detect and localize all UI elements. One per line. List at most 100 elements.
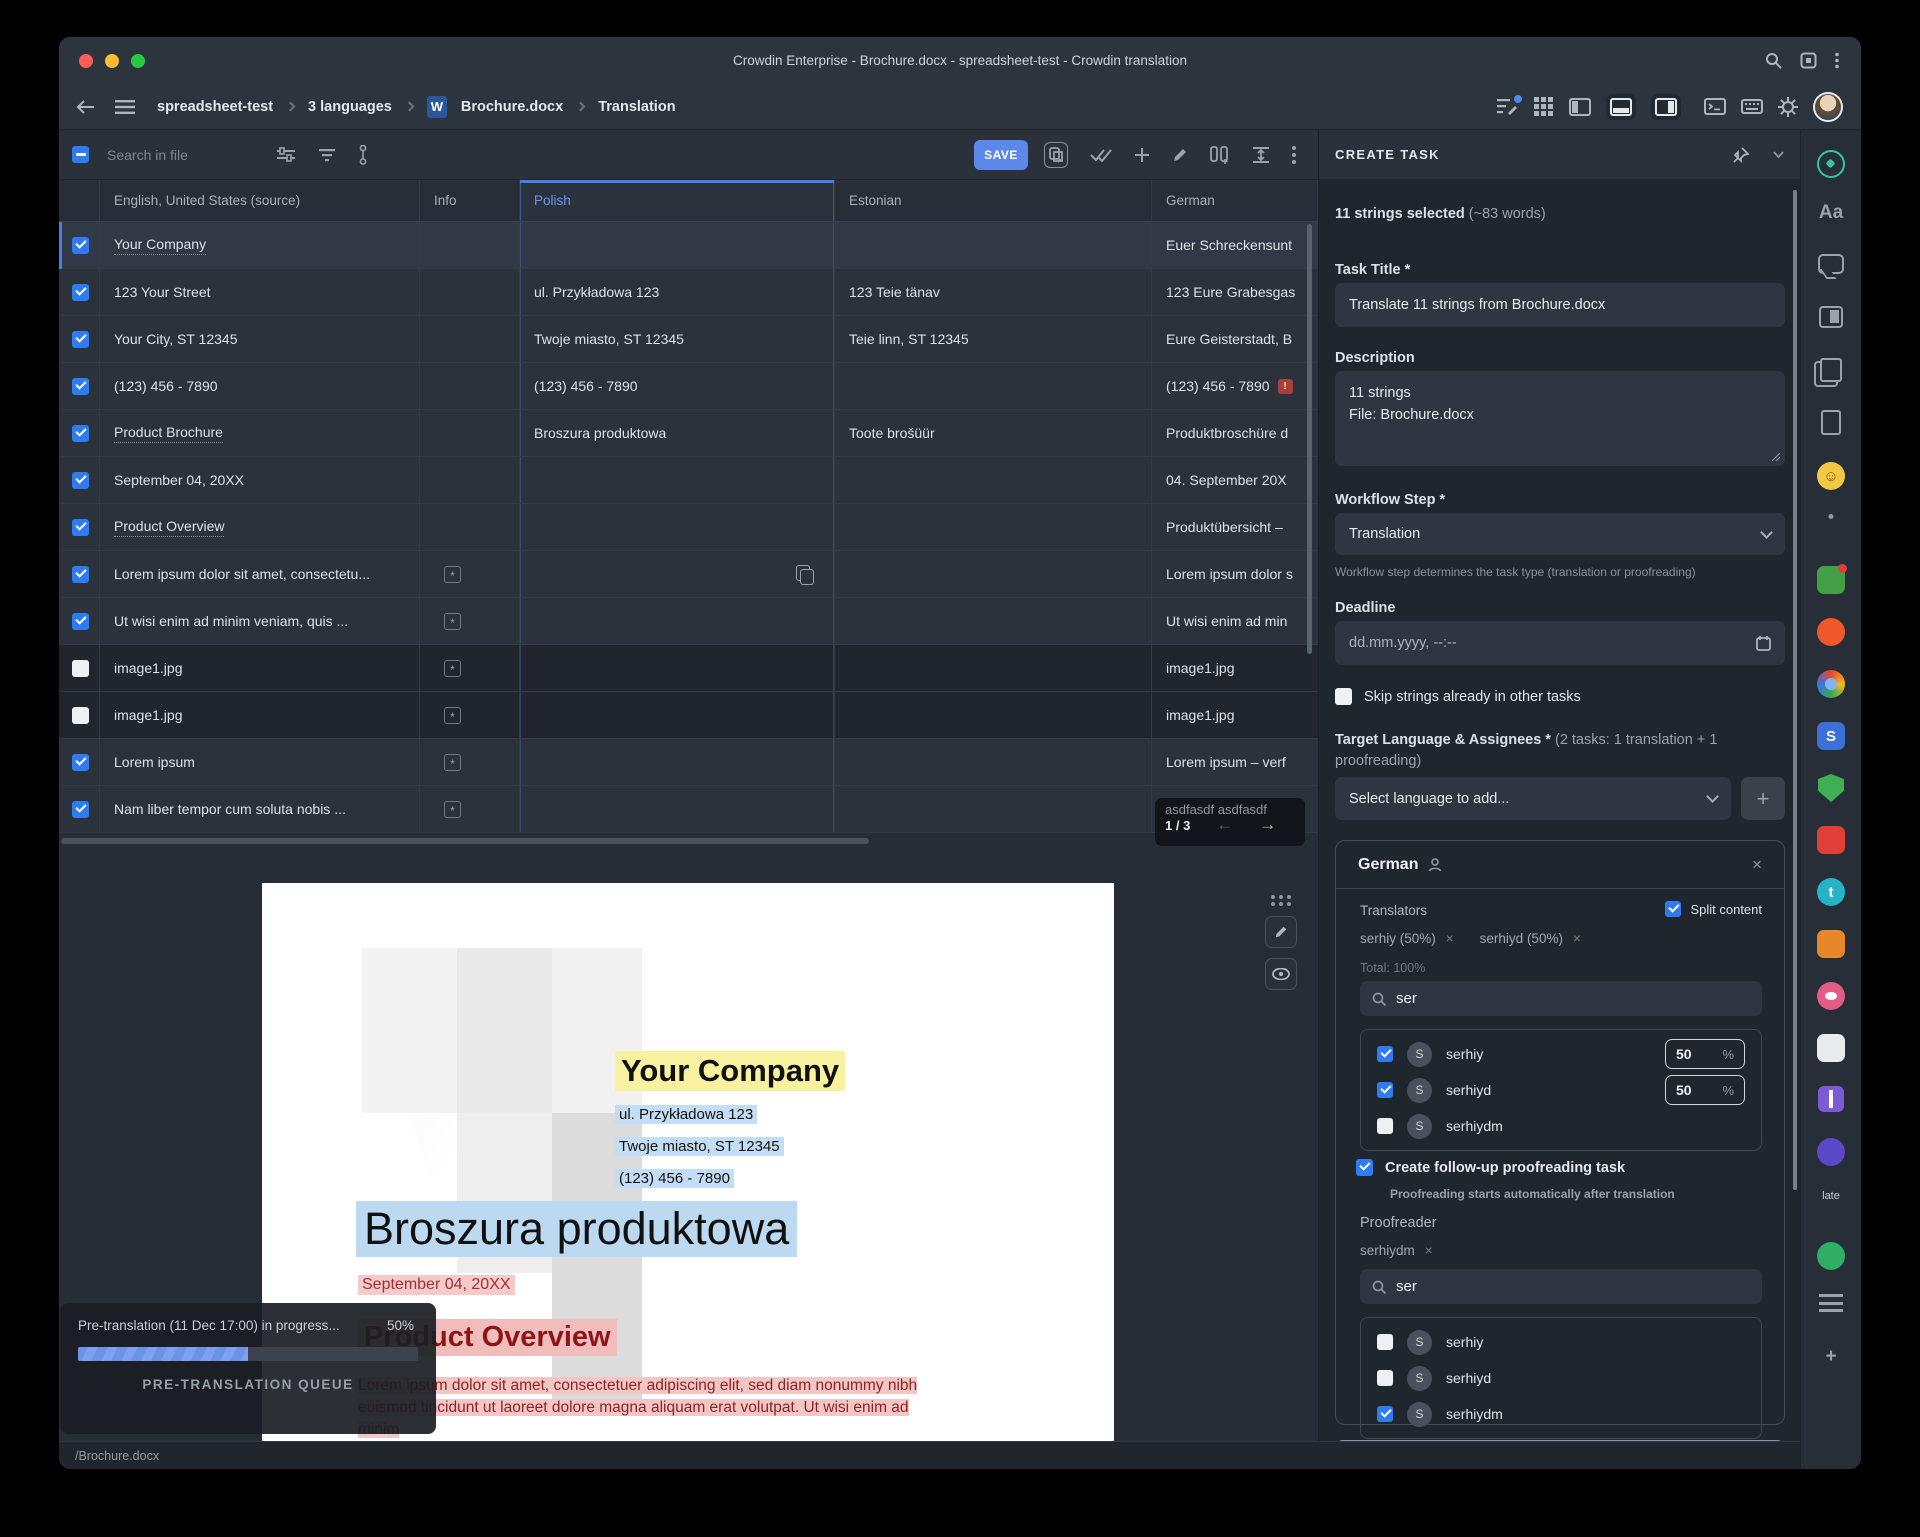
green-app-icon[interactable] bbox=[1817, 1242, 1845, 1270]
filter-settings-icon[interactable] bbox=[277, 147, 295, 163]
console-icon[interactable] bbox=[1704, 98, 1726, 115]
search-input[interactable]: Search in file bbox=[107, 147, 277, 163]
source-cell[interactable]: Lorem ipsum dolor sit amet, consectetu..… bbox=[100, 551, 420, 598]
row-checkbox[interactable] bbox=[72, 660, 89, 677]
followup-checkbox[interactable] bbox=[1356, 1159, 1373, 1176]
preview-visibility-icon[interactable] bbox=[1265, 958, 1297, 990]
polish-cell[interactable] bbox=[520, 692, 835, 739]
source-cell[interactable]: 123 Your Street bbox=[100, 269, 420, 316]
language-select[interactable]: Select language to add... bbox=[1335, 777, 1731, 820]
row-checkbox[interactable] bbox=[72, 331, 89, 348]
german-cell[interactable]: image1.jpg bbox=[1152, 645, 1318, 692]
polish-cell[interactable] bbox=[520, 645, 835, 692]
polish-cell[interactable]: (123) 456 - 7890 bbox=[520, 363, 835, 410]
proofreader-chip[interactable]: serhiydm× bbox=[1360, 1243, 1433, 1258]
breadcrumb-languages[interactable]: 3 languages bbox=[308, 99, 392, 115]
more-options-icon[interactable] bbox=[1292, 146, 1296, 164]
edit-pencil-icon[interactable] bbox=[1172, 147, 1188, 163]
polish-cell[interactable] bbox=[520, 551, 835, 598]
polish-cell[interactable] bbox=[520, 739, 835, 786]
pretranslation-queue-button[interactable]: PRE-TRANSLATION QUEUE bbox=[78, 1377, 418, 1392]
add-column-icon[interactable] bbox=[1210, 146, 1230, 164]
polish-cell[interactable] bbox=[520, 598, 835, 645]
row-checkbox[interactable] bbox=[72, 613, 89, 630]
percent-input[interactable]: 50% bbox=[1665, 1075, 1745, 1105]
list-app-icon[interactable] bbox=[1819, 1294, 1843, 1312]
pin-panel-icon[interactable] bbox=[1733, 147, 1749, 163]
assignee-option[interactable]: Sserhiydm bbox=[1361, 1396, 1761, 1432]
estonian-cell[interactable] bbox=[835, 222, 1152, 269]
estonian-cell[interactable]: 123 Teie tänav bbox=[835, 269, 1152, 316]
assignee-checkbox[interactable] bbox=[1377, 1406, 1393, 1422]
context-icon[interactable]: * bbox=[444, 566, 461, 583]
grid-app-icon[interactable] bbox=[1817, 566, 1845, 594]
copy-source-icon[interactable] bbox=[796, 565, 810, 581]
string-options-icon[interactable] bbox=[359, 145, 367, 165]
estonian-cell[interactable] bbox=[835, 504, 1152, 551]
table-row[interactable]: Lorem ipsum*Lorem ipsum – verf bbox=[59, 739, 1318, 786]
german-cell[interactable]: Ut wisi enim ad min bbox=[1152, 598, 1318, 645]
purple-app-icon[interactable] bbox=[1817, 1138, 1845, 1166]
approve-all-icon[interactable] bbox=[1090, 148, 1112, 162]
context-icon[interactable]: * bbox=[444, 801, 461, 818]
white-app-icon[interactable] bbox=[1817, 1034, 1845, 1062]
eye-app-icon[interactable] bbox=[1817, 982, 1845, 1010]
rail-dot[interactable] bbox=[1829, 514, 1834, 519]
assignee-checkbox[interactable] bbox=[1377, 1334, 1393, 1350]
row-checkbox[interactable] bbox=[72, 284, 89, 301]
row-checkbox[interactable] bbox=[72, 237, 89, 254]
polish-cell[interactable] bbox=[520, 457, 835, 504]
table-row[interactable]: Lorem ipsum dolor sit amet, consectetu..… bbox=[59, 551, 1318, 598]
split-content-row[interactable]: Split content bbox=[1665, 901, 1762, 917]
back-icon[interactable] bbox=[75, 99, 95, 115]
blue-s-app-icon[interactable]: S bbox=[1817, 722, 1845, 750]
german-cell[interactable]: Produktübersicht – bbox=[1152, 504, 1318, 551]
panel-scrollbar[interactable] bbox=[1793, 190, 1797, 1190]
qa-issue-icon[interactable]: ! bbox=[1278, 379, 1293, 394]
machine-translation-icon[interactable]: Aa bbox=[1819, 202, 1843, 224]
breadcrumb-file[interactable]: Brochure.docx bbox=[461, 99, 563, 115]
file-report-icon[interactable] bbox=[1821, 410, 1841, 435]
browser-menu-icon[interactable] bbox=[1835, 52, 1839, 69]
menu-hamburger-icon[interactable] bbox=[115, 100, 135, 114]
polish-cell[interactable]: Twoje miasto, ST 12345 bbox=[520, 316, 835, 363]
assignee-option[interactable]: Sserhiy bbox=[1361, 1324, 1761, 1360]
row-checkbox[interactable] bbox=[72, 425, 89, 442]
layout-bottom-panel-icon[interactable] bbox=[1606, 94, 1636, 120]
polish-cell[interactable] bbox=[520, 504, 835, 551]
remove-chip-icon[interactable]: × bbox=[1446, 931, 1454, 946]
rainbow-app-icon[interactable] bbox=[1817, 670, 1845, 698]
emoji-app-icon[interactable]: ☺ bbox=[1817, 462, 1845, 490]
estonian-cell[interactable] bbox=[835, 363, 1152, 410]
column-header-source[interactable]: English, United States (source) bbox=[100, 180, 420, 221]
remove-language-icon[interactable]: × bbox=[1752, 855, 1762, 875]
followup-row[interactable]: Create follow-up proofreading task bbox=[1356, 1159, 1625, 1176]
remove-chip-icon[interactable]: × bbox=[1425, 1243, 1433, 1258]
preview-edit-icon[interactable] bbox=[1265, 916, 1297, 948]
layout-right-panel-icon[interactable] bbox=[1651, 94, 1681, 120]
user-avatar[interactable] bbox=[1813, 92, 1843, 122]
table-row[interactable]: Product BrochureBroszura produktowaToote… bbox=[59, 410, 1318, 457]
add-string-icon[interactable] bbox=[1134, 147, 1150, 163]
row-checkbox[interactable] bbox=[72, 519, 89, 536]
source-cell[interactable]: September 04, 20XX bbox=[100, 457, 420, 504]
percent-input[interactable]: 50% bbox=[1665, 1039, 1745, 1069]
translator-search-input[interactable]: ser bbox=[1360, 981, 1762, 1016]
source-cell[interactable]: image1.jpg bbox=[100, 645, 420, 692]
context-icon[interactable]: * bbox=[444, 707, 461, 724]
skip-strings-row[interactable]: Skip strings already in other tasks bbox=[1335, 688, 1581, 705]
estonian-cell[interactable] bbox=[835, 692, 1152, 739]
column-header-german[interactable]: German bbox=[1152, 180, 1318, 221]
source-cell[interactable]: Nam liber tempor cum soluta nobis ... bbox=[100, 786, 420, 833]
teal-app-icon[interactable]: t bbox=[1817, 878, 1845, 906]
polish-cell[interactable] bbox=[520, 222, 835, 269]
cube-app-icon[interactable] bbox=[1817, 930, 1845, 958]
split-app-icon[interactable] bbox=[1817, 826, 1845, 854]
table-row[interactable]: Ut wisi enim ad minim veniam, quis ...*U… bbox=[59, 598, 1318, 645]
glossary-books-icon[interactable] bbox=[1820, 358, 1842, 382]
row-checkbox[interactable] bbox=[72, 472, 89, 489]
breadcrumb-project[interactable]: spreadsheet-test bbox=[157, 99, 273, 115]
assignee-option[interactable]: Sserhiyd bbox=[1361, 1360, 1761, 1396]
prev-page-icon[interactable]: ← bbox=[1216, 815, 1233, 835]
translator-chip[interactable]: serhiy (50%)× bbox=[1360, 931, 1454, 946]
